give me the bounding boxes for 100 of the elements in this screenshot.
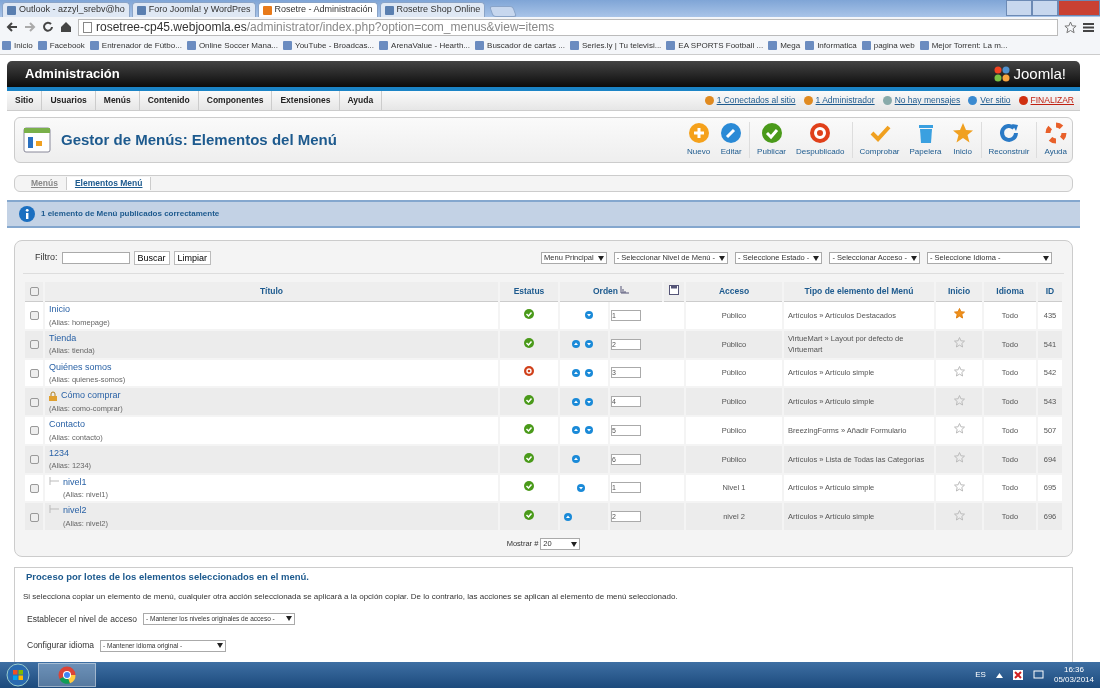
menu-item[interactable]: Usuarios	[42, 91, 96, 110]
home-icon[interactable]	[60, 21, 72, 33]
item-title-link[interactable]: Inicio	[49, 303, 70, 317]
arrow-down-icon[interactable]	[585, 426, 593, 435]
bookmark[interactable]: Mejor Torrent: La m...	[919, 39, 1008, 52]
status-link[interactable]: FINALIZAR	[1018, 94, 1074, 107]
reload-icon[interactable]	[42, 21, 54, 33]
bookmark[interactable]: Online Soccer Mana...	[186, 39, 279, 52]
bookmark[interactable]: Series.ly | Tu televisi...	[569, 39, 662, 52]
arrow-up-icon[interactable]	[564, 512, 572, 521]
menu-item[interactable]: Sitio	[7, 91, 43, 110]
bookmark[interactable]: Entrenador de Fútbo...	[89, 39, 182, 52]
published-icon[interactable]	[524, 452, 534, 463]
published-icon[interactable]	[524, 308, 534, 319]
status-link[interactable]: Ver sitio	[968, 94, 1011, 107]
arrow-up-icon[interactable]	[572, 426, 580, 435]
published-icon[interactable]	[524, 481, 534, 492]
back-icon[interactable]	[6, 21, 18, 33]
arrow-up-icon[interactable]	[572, 368, 580, 377]
menu-item[interactable]: Contenido	[139, 91, 199, 110]
arrow-up-icon[interactable]	[572, 455, 580, 464]
bookmark[interactable]: ArenaValue - Hearth...	[379, 39, 471, 52]
status-link[interactable]: 1 Conectados al sitio	[704, 94, 796, 107]
arrow-down-icon[interactable]	[577, 483, 585, 492]
browser-tab[interactable]: Rosetre - Administración	[257, 2, 378, 17]
bookmark[interactable]: YouTube - Broadcas...	[283, 39, 375, 52]
bookmark[interactable]: Buscador de cartas ...	[475, 39, 565, 52]
minimize-button[interactable]	[1006, 0, 1032, 16]
submenu-tab[interactable]: Elementos Menú	[66, 177, 152, 190]
filter-button[interactable]: Buscar	[133, 251, 170, 265]
toolbar-button[interactable]: Despublicado	[791, 118, 850, 162]
network-icon[interactable]	[1032, 670, 1044, 680]
browser-tab[interactable]: Foro Joomla! y WordPres	[131, 2, 256, 17]
toolbar-button[interactable]: Ayuda	[1039, 118, 1072, 162]
star-outline-icon[interactable]	[953, 423, 965, 435]
forward-icon[interactable]	[24, 21, 36, 33]
item-title-link[interactable]: Quiénes somos	[49, 360, 112, 374]
arrow-down-icon[interactable]	[585, 368, 593, 377]
toolbar-button[interactable]: Publicar	[752, 118, 791, 162]
toolbar-button[interactable]: Inicio	[946, 118, 979, 162]
row-checkbox[interactable]	[29, 311, 39, 321]
bookmark[interactable]: Facebook	[37, 39, 85, 52]
browser-tab[interactable]: Rosetre Shop Online	[379, 2, 486, 17]
column-header[interactable]: Acceso	[718, 286, 750, 297]
status-link[interactable]: 1 Administrador	[803, 94, 875, 107]
menu-item[interactable]: Menús	[95, 91, 140, 110]
select-all-checkbox[interactable]	[29, 287, 39, 297]
bookmark[interactable]: Inicio	[2, 39, 33, 52]
row-checkbox[interactable]	[29, 512, 39, 522]
maximize-button[interactable]	[1032, 0, 1058, 16]
filter-field[interactable]	[61, 252, 130, 264]
star-outline-icon[interactable]	[953, 394, 965, 406]
arrow-up-icon[interactable]	[572, 397, 580, 406]
toolbar-button[interactable]: Reconstruir	[983, 118, 1035, 162]
bookmark[interactable]: Mega	[768, 39, 801, 52]
star-outline-icon[interactable]	[953, 365, 965, 377]
row-checkbox[interactable]	[29, 483, 39, 493]
star-outline-icon[interactable]	[953, 452, 965, 463]
flag-icon[interactable]	[1012, 670, 1023, 680]
menu-item[interactable]: Componentes	[198, 91, 273, 110]
item-title-link[interactable]: 1234	[49, 446, 70, 461]
item-title-link[interactable]: Tienda	[49, 331, 77, 346]
row-checkbox[interactable]	[29, 397, 39, 407]
toolbar-button[interactable]: Papelera	[904, 118, 947, 162]
start-icon[interactable]	[6, 663, 30, 687]
published-icon[interactable]	[524, 510, 534, 520]
row-checkbox[interactable]	[29, 368, 39, 378]
bookmark[interactable]: pagina web	[861, 39, 915, 52]
star-outline-icon[interactable]	[953, 509, 965, 521]
arrow-down-icon[interactable]	[585, 340, 593, 349]
status-link[interactable]: No hay mensajes	[882, 94, 961, 107]
browser-tab[interactable]: Outlook - azzyl_srebv@ho	[2, 2, 130, 17]
published-icon[interactable]	[524, 423, 534, 434]
menu-item[interactable]: Ayuda	[339, 91, 383, 110]
item-title-link[interactable]: Cómo comprar	[61, 389, 121, 403]
address-bar[interactable]: rosetree-cp45.webjoomla.es/administrator/index.php?option=com_menus&view=items	[78, 18, 1058, 36]
default-star-icon[interactable]	[953, 308, 965, 320]
row-checkbox[interactable]	[29, 455, 39, 464]
arrow-down-icon[interactable]	[585, 311, 593, 320]
star-icon[interactable]	[1064, 20, 1077, 34]
star-outline-icon[interactable]	[953, 480, 965, 492]
item-title-link[interactable]: nivel1	[63, 475, 87, 489]
toolbar-button[interactable]: Editar	[715, 118, 748, 162]
menu-item[interactable]: Extensiones	[272, 91, 340, 110]
toolbar-button[interactable]: Nuevo	[682, 118, 716, 162]
row-checkbox[interactable]	[29, 340, 39, 349]
item-title-link[interactable]: Contacto	[49, 418, 86, 432]
row-checkbox[interactable]	[29, 426, 39, 436]
filter-button[interactable]: Limpiar	[173, 251, 212, 265]
arrow-up-icon[interactable]	[572, 340, 580, 349]
unpublished-icon[interactable]	[524, 366, 534, 377]
published-icon[interactable]	[524, 395, 534, 405]
language-indicator[interactable]: ES	[975, 669, 986, 681]
clock[interactable]: 16:36 05/03/2014	[1053, 665, 1094, 685]
published-icon[interactable]	[524, 337, 534, 348]
bookmark[interactable]: Informatica	[805, 39, 857, 52]
column-header[interactable]: Título	[259, 286, 284, 297]
star-outline-icon[interactable]	[953, 337, 965, 348]
menu-icon[interactable]	[1083, 21, 1094, 33]
item-title-link[interactable]: nivel2	[63, 504, 87, 518]
